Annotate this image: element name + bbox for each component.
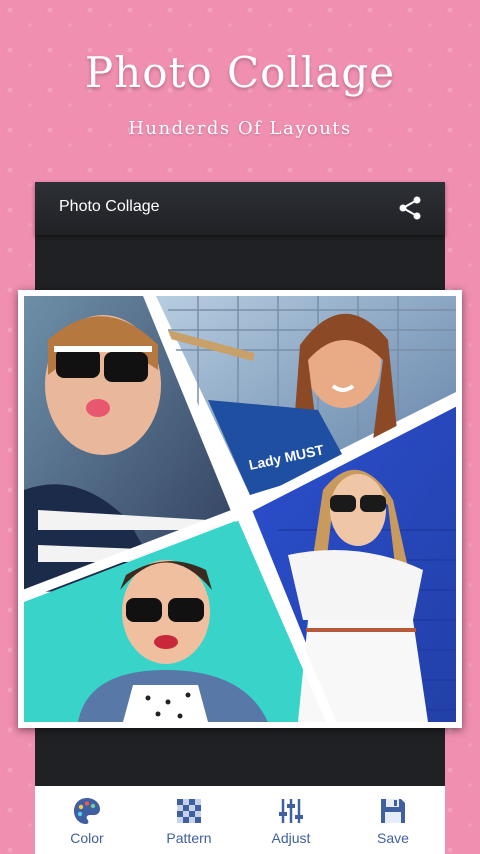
save-label: Save (377, 830, 409, 846)
collage-canvas[interactable]: Lady MUST (18, 290, 462, 728)
save-button[interactable]: Save (343, 786, 443, 854)
promo-subtitle: Hunderds Of Layouts (128, 118, 352, 139)
app-bar: Photo Collage (35, 182, 445, 235)
pattern-button[interactable]: Pattern (139, 786, 239, 854)
adjust-button[interactable]: Adjust (241, 786, 341, 854)
floppy-disk-icon (381, 799, 405, 823)
palette-icon (74, 798, 100, 824)
app-title: Photo Collage (59, 198, 160, 215)
adjust-label: Adjust (271, 830, 311, 846)
pattern-label: Pattern (166, 830, 212, 846)
sliders-icon (279, 799, 303, 823)
share-icon[interactable] (397, 195, 423, 221)
color-label: Color (70, 830, 104, 846)
promo-title: Photo Collage (84, 48, 396, 97)
color-button[interactable]: Color (37, 786, 137, 854)
bottom-toolbar: Color Pattern Adjust Save (35, 786, 445, 854)
checkerboard-icon (177, 799, 201, 823)
